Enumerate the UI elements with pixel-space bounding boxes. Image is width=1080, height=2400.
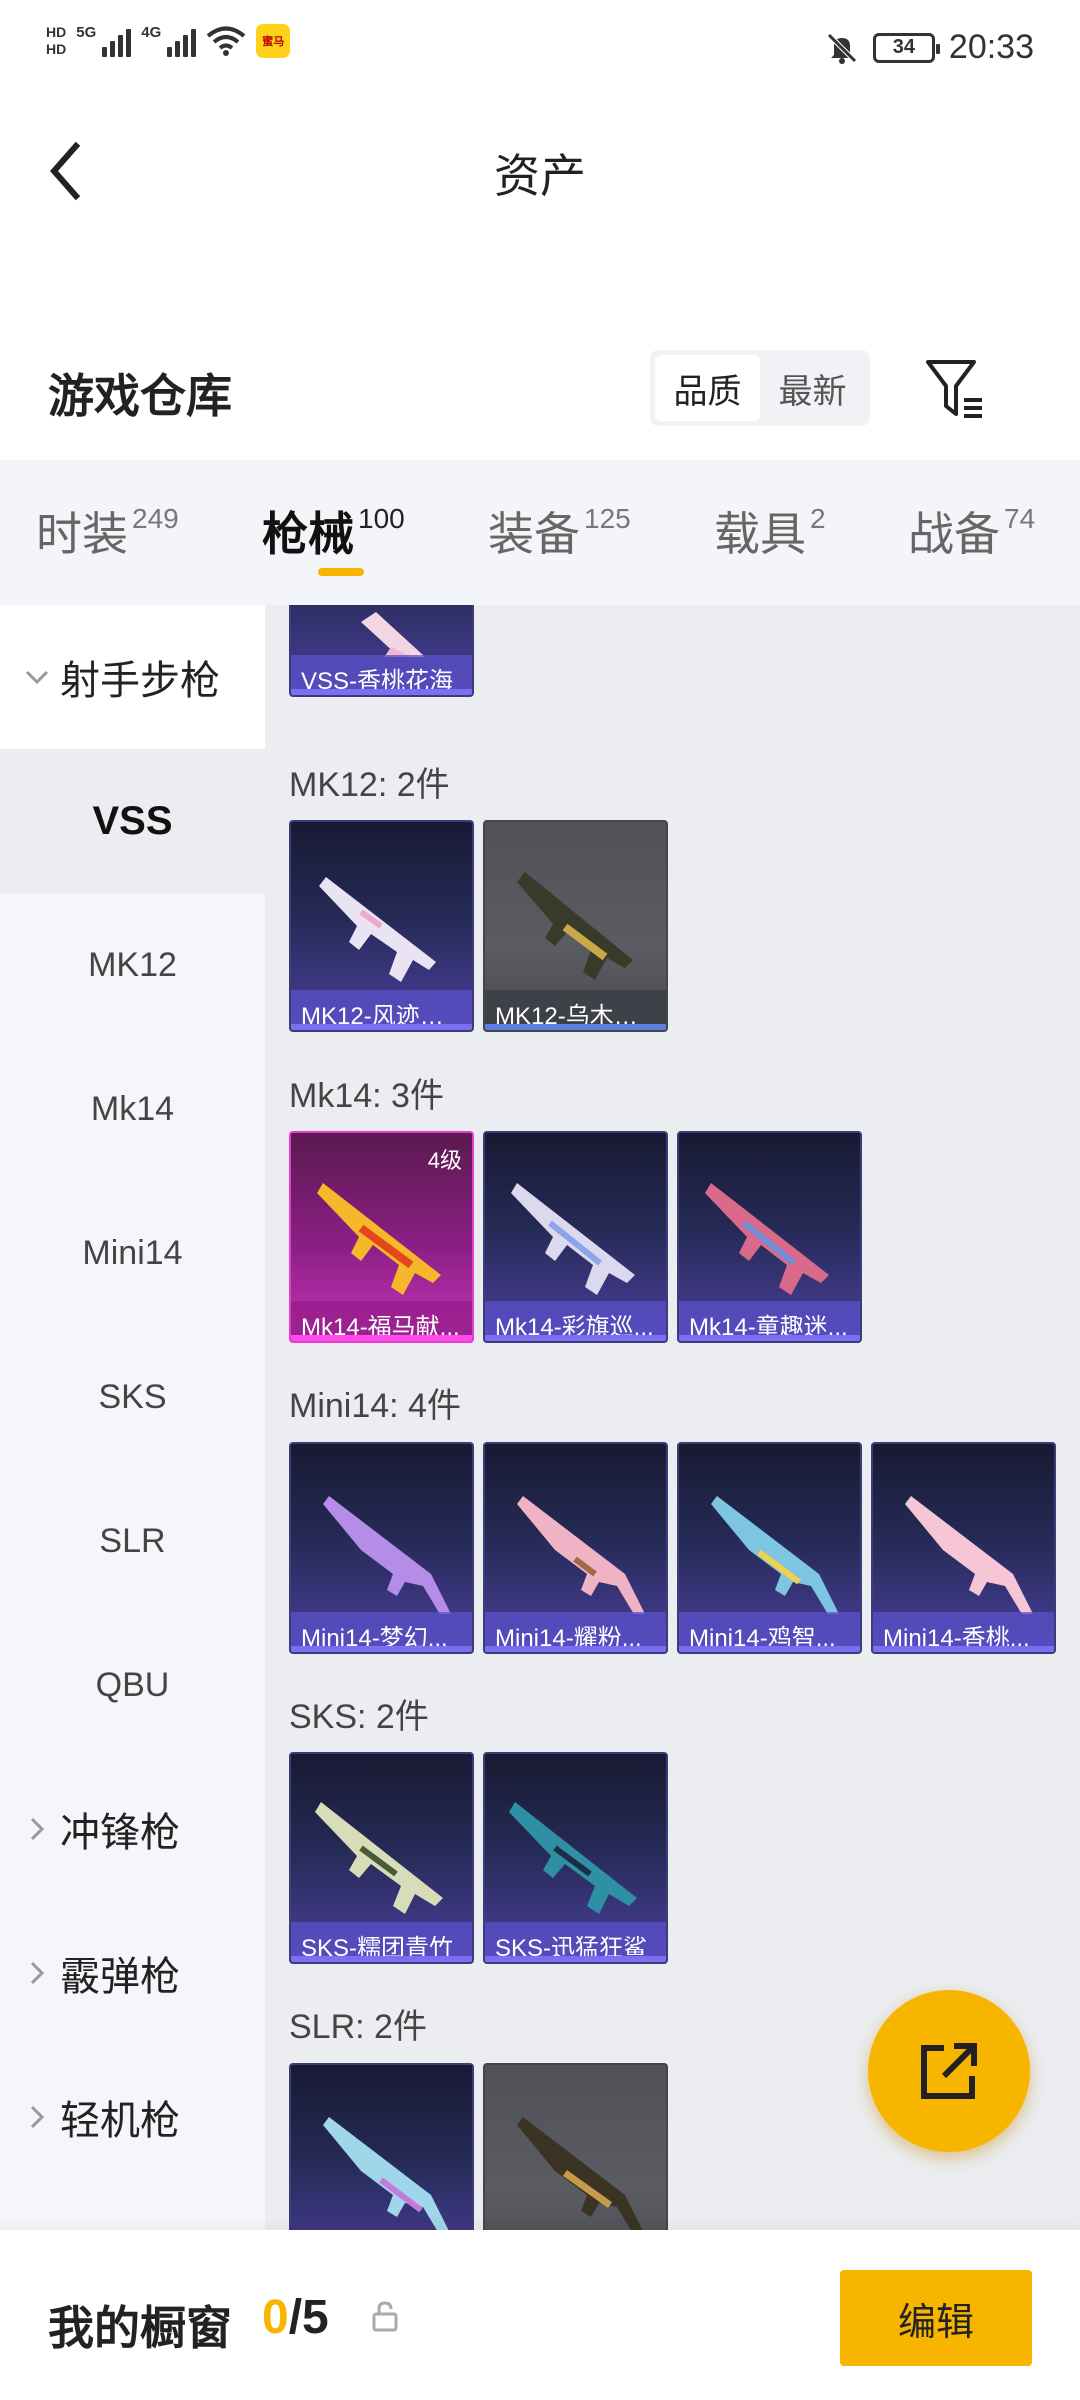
- page-title: 资产: [494, 150, 586, 202]
- group-heading-mk14: Mk14: 3件: [289, 1077, 444, 1115]
- weapon-card[interactable]: VSS-香桃花海: [289, 605, 474, 697]
- sidebar-item-vss[interactable]: VSS: [0, 749, 265, 893]
- sort-quality-button[interactable]: 品质: [655, 355, 760, 421]
- sort-toggle: 品质 最新: [650, 350, 870, 426]
- weapon-category-sidebar: 射手步枪 VSS MK12 Mk14 Mini14 SKS SLR QBU 冲锋…: [0, 605, 265, 2230]
- showcase-title: 我的橱窗: [48, 2302, 232, 2354]
- tab-vehicles[interactable]: 载具 2: [714, 498, 826, 564]
- sidebar-group-lmg[interactable]: 轻机枪: [0, 2045, 265, 2189]
- rifle-icon: [711, 1496, 839, 1614]
- weapon-card[interactable]: Mk14-彩旗巡...: [483, 1131, 668, 1343]
- tab-equipment[interactable]: 装备 125: [488, 498, 631, 564]
- chevron-right-icon: [30, 2105, 45, 2129]
- app-notification-icon: 蜜马: [256, 24, 291, 58]
- weapon-card[interactable]: [483, 2063, 668, 2230]
- weapon-card[interactable]: Mini14-香桃...: [871, 1442, 1056, 1654]
- sidebar-group-marksman[interactable]: 射手步枪: [0, 605, 265, 749]
- share-fab-button[interactable]: [868, 1990, 1030, 2152]
- rifle-icon: [517, 872, 633, 980]
- card-rarity-bar: [485, 1335, 666, 1341]
- weapon-card[interactable]: Mini14-耀粉...: [483, 1442, 668, 1654]
- rifle-icon: [317, 1183, 441, 1295]
- weapon-card-label: MK12-乌木金...: [485, 990, 666, 1030]
- card-rarity-bar: [873, 1646, 1054, 1652]
- battery-icon: 34: [872, 32, 940, 63]
- filter-icon[interactable]: [924, 356, 986, 422]
- weapon-card[interactable]: 4级 Mk14-福马献...: [289, 1131, 474, 1343]
- weapon-card[interactable]: [289, 2063, 474, 2230]
- card-rarity-bar: [679, 1646, 860, 1652]
- group-heading-mini14: Mini14: 4件: [289, 1387, 461, 1425]
- app-header: 资产: [0, 110, 1080, 230]
- weapon-card[interactable]: MK12-风迹短...: [289, 820, 474, 1032]
- showcase-count: 0/5: [262, 2291, 329, 2344]
- group-heading-slr: SLR: 2件: [289, 2008, 427, 2046]
- tab-firearms[interactable]: 枪械 100: [262, 498, 405, 564]
- tab-fashion[interactable]: 时装 249: [36, 498, 179, 564]
- lock-icon: [372, 2301, 398, 2332]
- rifle-icon: [517, 1496, 645, 1614]
- card-rarity-bar: [485, 1646, 666, 1652]
- chevron-right-icon: [30, 1961, 45, 1985]
- sidebar-item-mk14[interactable]: Mk14: [0, 1037, 265, 1181]
- rifle-icon: [315, 1802, 443, 1914]
- chevron-right-icon: [30, 1817, 45, 1841]
- card-rarity-bar: [291, 1335, 472, 1341]
- active-tab-indicator: [318, 568, 364, 576]
- status-bar: HD HD 5G 4G 蜜马 34 20:33: [0, 0, 1080, 100]
- network-5g-label: 5G: [76, 24, 97, 41]
- group-heading-mk12: MK12: 2件: [289, 766, 450, 804]
- weapon-card[interactable]: Mk14-童趣迷...: [677, 1131, 862, 1343]
- rifle-icon: [323, 2117, 449, 2230]
- weapon-card[interactable]: Mini14-梦幻...: [289, 1442, 474, 1654]
- card-rarity-bar: [291, 1646, 472, 1652]
- card-rarity-bar: [291, 1024, 472, 1030]
- card-rarity-bar: [291, 689, 472, 695]
- weapon-card[interactable]: MK12-乌木金...: [483, 820, 668, 1032]
- weapon-grid: VSS-香桃花海 MK12: 2件 MK12-风迹短... MK12-乌木金..…: [265, 605, 1080, 2230]
- wifi-icon: [206, 26, 246, 56]
- warehouse-title: 游戏仓库: [48, 370, 232, 422]
- share-external-icon: [921, 2043, 977, 2099]
- tab-gear[interactable]: 战备 74: [908, 498, 1035, 564]
- category-tabs: 时装 249 枪械 100 装备 125 载具 2 战备 74: [0, 460, 1080, 605]
- bell-muted-icon: [827, 32, 857, 64]
- rifle-icon: [323, 1496, 451, 1614]
- weapon-level-badge: 4级: [427, 1148, 462, 1173]
- sidebar-item-slr[interactable]: SLR: [0, 1469, 265, 1613]
- sidebar-item-qbu[interactable]: QBU: [0, 1613, 265, 1757]
- sidebar-item-mini14[interactable]: Mini14: [0, 1181, 265, 1325]
- weapon-card[interactable]: Mini14-鸡智...: [677, 1442, 862, 1654]
- card-rarity-bar: [291, 1956, 472, 1962]
- sidebar-group-smg[interactable]: 冲锋枪: [0, 1757, 265, 1901]
- clock: 20:33: [948, 28, 1034, 66]
- card-rarity-bar: [679, 1335, 860, 1341]
- edit-button[interactable]: 编辑: [840, 2270, 1032, 2366]
- sidebar-item-mk12[interactable]: MK12: [0, 893, 265, 1037]
- rifle-icon: [511, 1183, 635, 1295]
- rifle-icon: [517, 2117, 643, 2230]
- card-rarity-bar: [485, 1956, 666, 1962]
- rifle-icon: [705, 1183, 829, 1295]
- rifle-icon: [319, 877, 436, 982]
- signal-icon: [102, 25, 132, 57]
- network-4g-label: 4G: [141, 24, 162, 41]
- weapon-card[interactable]: SKS-糯团青竹: [289, 1752, 474, 1964]
- signal-icon-2: [167, 25, 197, 57]
- warehouse-header: 游戏仓库 品质 最新: [0, 330, 1080, 450]
- hd-indicator: HD HD: [46, 24, 67, 57]
- chevron-down-icon: [25, 670, 49, 685]
- group-heading-sks: SKS: 2件: [289, 1698, 429, 1736]
- sidebar-group-shotgun[interactable]: 霰弹枪: [0, 1901, 265, 2045]
- rifle-icon: [509, 1802, 637, 1914]
- rifle-icon: [905, 1496, 1033, 1614]
- showcase-bar: 我的橱窗 0/5 编辑: [0, 2230, 1080, 2400]
- rifle-icon: [361, 612, 426, 657]
- sidebar-item-sks[interactable]: SKS: [0, 1325, 265, 1469]
- weapon-card[interactable]: SKS-迅猛狂鲨: [483, 1752, 668, 1964]
- sort-latest-button[interactable]: 最新: [760, 355, 865, 421]
